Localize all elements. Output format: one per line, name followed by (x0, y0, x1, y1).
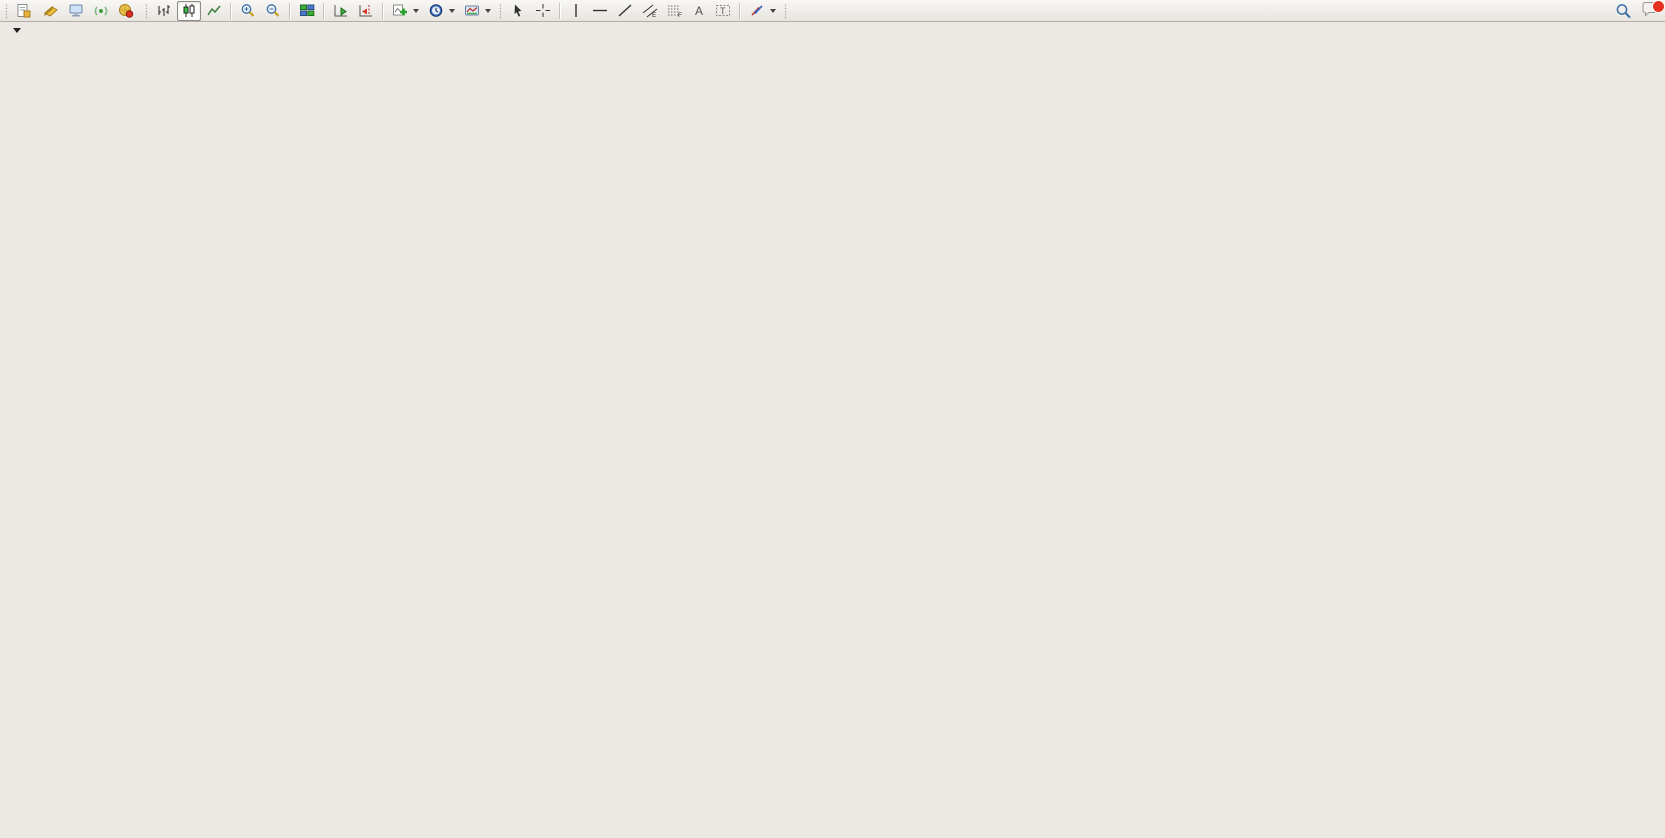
zoom-out-button[interactable] (261, 1, 285, 21)
toolbar-separator (559, 3, 561, 19)
auto-scroll-icon (333, 3, 349, 18)
text-label-button[interactable]: T (711, 1, 735, 21)
publish-button[interactable] (39, 1, 63, 21)
collapse-chart-icon[interactable] (13, 28, 21, 33)
search-icon (1615, 3, 1632, 19)
bar-chart-button[interactable] (152, 1, 176, 21)
line-chart-button[interactable] (202, 1, 226, 21)
main-toolbar: E F A T (0, 0, 1665, 22)
horizontal-line-button[interactable] (588, 1, 612, 21)
chart-title (13, 28, 33, 33)
periods-dropdown-caret[interactable] (449, 9, 455, 13)
horizontal-line-icon (592, 3, 608, 18)
cursor-button[interactable] (506, 1, 530, 21)
signals-button[interactable] (89, 1, 113, 21)
text-label-icon: T (715, 3, 731, 18)
zoom-in-button[interactable] (236, 1, 260, 21)
indicators-dropdown-caret[interactable] (413, 9, 419, 13)
new-order-button[interactable] (12, 1, 38, 21)
candle-chart-icon (181, 3, 197, 18)
arrows-icon (749, 3, 765, 18)
toolbar-separator (323, 3, 325, 19)
templates-dropdown-caret[interactable] (485, 9, 491, 13)
zoom-in-icon (240, 3, 256, 18)
new-order-icon (16, 3, 31, 18)
text-icon: A (692, 3, 706, 18)
equidistant-channel-button[interactable]: E (638, 1, 662, 21)
equidistant-channel-icon: E (642, 3, 658, 18)
terminal-button[interactable] (64, 1, 88, 21)
template-icon (464, 3, 480, 18)
crosshair-icon (535, 3, 551, 18)
search-button[interactable] (1611, 1, 1636, 21)
notification-badge (1652, 0, 1665, 13)
cursor-icon (510, 3, 526, 18)
trendline-icon (617, 3, 633, 18)
crosshair-button[interactable] (531, 1, 555, 21)
svg-text:T: T (720, 6, 726, 16)
bar-chart-icon (156, 3, 172, 18)
templates-button[interactable] (460, 1, 495, 21)
zoom-out-icon (265, 3, 281, 18)
trendline-button[interactable] (613, 1, 637, 21)
tile-windows-icon (299, 3, 315, 18)
autotrading-icon (118, 3, 134, 18)
tile-windows-button[interactable] (295, 1, 319, 21)
toolbar-grip[interactable] (783, 3, 788, 19)
chart-canvas[interactable] (0, 0, 1665, 838)
toolbar-grip[interactable] (4, 3, 9, 19)
arrows-dropdown-caret[interactable] (770, 9, 776, 13)
toolbar-separator (382, 3, 384, 19)
arrows-button[interactable] (745, 1, 780, 21)
periods-button[interactable] (424, 1, 459, 21)
fibonacci-button[interactable]: F (663, 1, 687, 21)
signal-icon (93, 3, 109, 18)
vertical-line-button[interactable] (565, 1, 587, 21)
toolbar-grip[interactable] (498, 3, 503, 19)
auto-scroll-button[interactable] (329, 1, 353, 21)
text-button[interactable]: A (688, 1, 710, 21)
toolbar-grip[interactable] (144, 3, 149, 19)
mt4-terminal: { "toolbar": { "new_order": "新订单", "auto… (0, 0, 1665, 838)
indicators-button[interactable] (388, 1, 423, 21)
chart-shift-button[interactable] (354, 1, 378, 21)
autotrading-button[interactable] (114, 1, 141, 21)
vertical-line-icon (569, 3, 583, 18)
indicators-icon (392, 3, 408, 18)
monitor-icon (68, 3, 84, 18)
fibonacci-icon: F (667, 3, 683, 18)
toolbar-separator (230, 3, 232, 19)
svg-text:F: F (678, 12, 682, 18)
gold-book-icon (43, 3, 59, 18)
chart-shift-icon (358, 3, 374, 18)
toolbar-separator (739, 3, 741, 19)
svg-text:A: A (695, 4, 703, 18)
toolbar-separator (289, 3, 291, 19)
svg-text:E: E (652, 12, 657, 18)
clock-icon (428, 3, 444, 18)
line-chart-icon (206, 3, 222, 18)
candle-chart-button[interactable] (177, 1, 201, 21)
chat-button[interactable] (1637, 1, 1663, 21)
